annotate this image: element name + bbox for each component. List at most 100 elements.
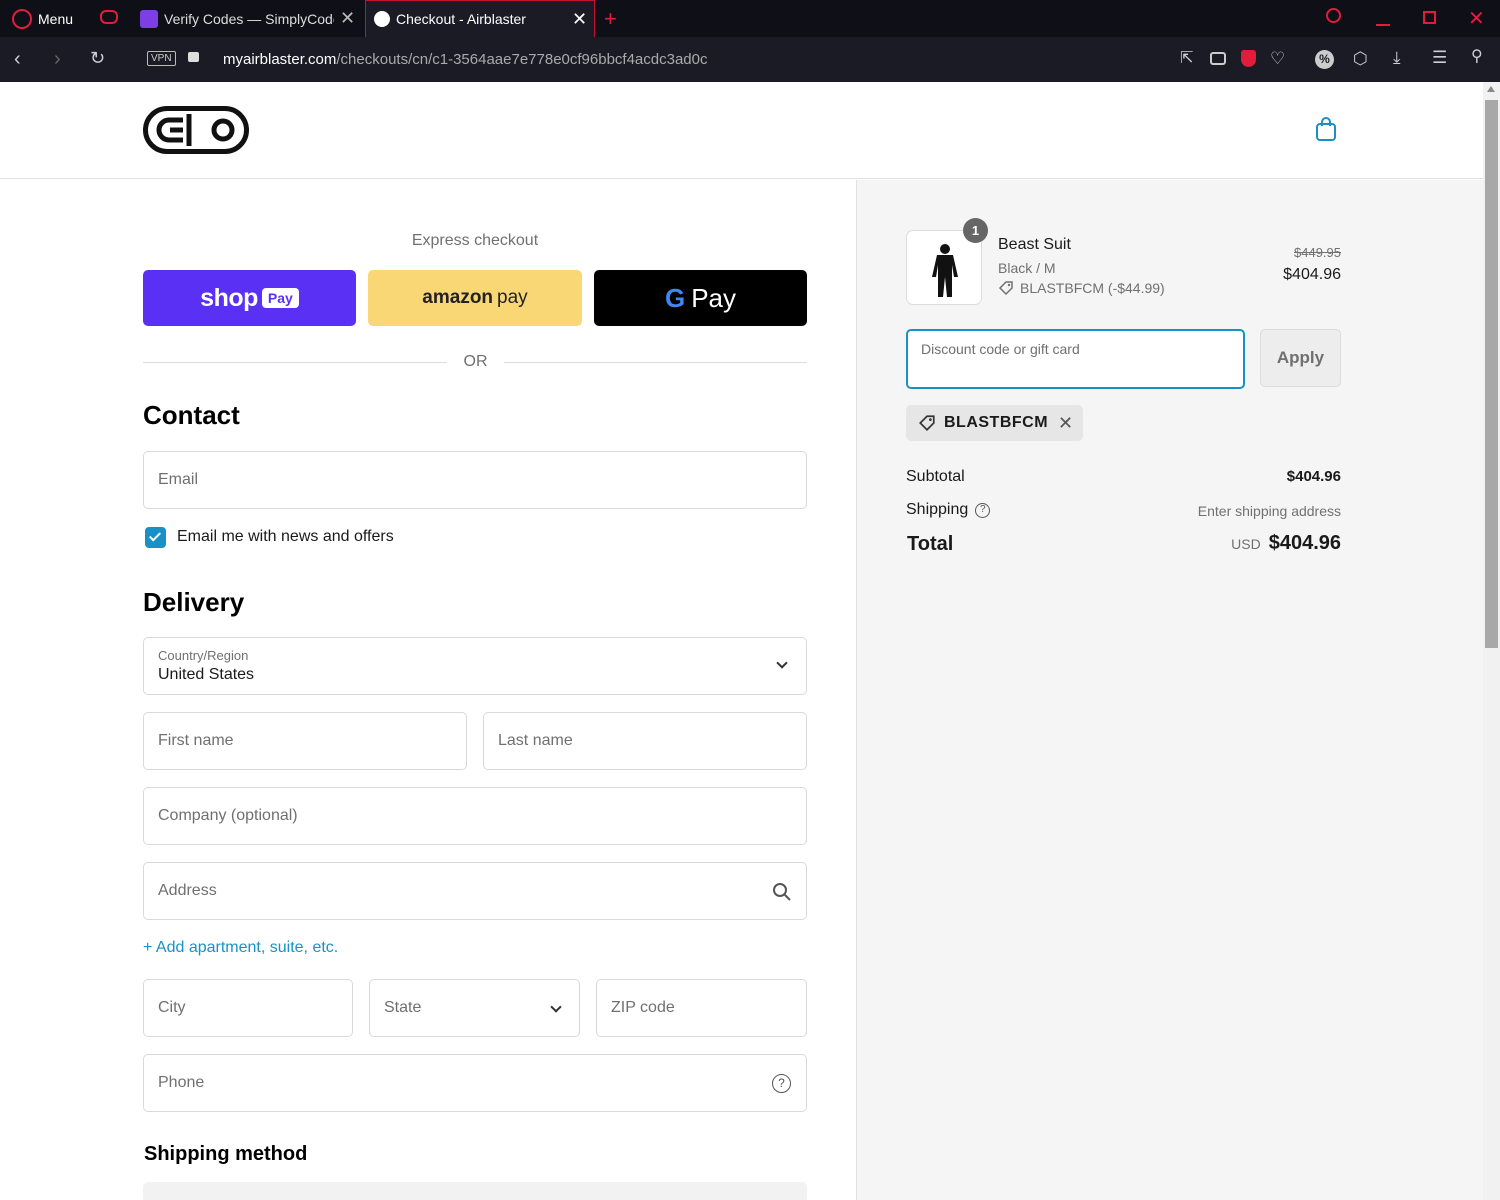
zip-field[interactable]: ZIP code [596, 979, 807, 1037]
product-variant: Black / M [998, 260, 1056, 276]
tab-checkout-airblaster[interactable]: Checkout - Airblaster ✕ [365, 0, 595, 37]
scrollbar-thumb[interactable] [1485, 100, 1498, 648]
subtotal-value: $404.96 [1286, 468, 1341, 485]
browser-address-bar: ‹ › ↻ VPN myairblaster.com/checkouts/cn/… [0, 37, 1500, 82]
tab-simplycodes[interactable]: Verify Codes — SimplyCodes ✕ [134, 0, 362, 37]
browser-menu-button[interactable]: Menu [38, 11, 73, 27]
close-tab-icon[interactable]: ✕ [340, 8, 355, 29]
first-name-placeholder: First name [158, 732, 234, 749]
suit-image-icon [932, 244, 958, 297]
checkout-page: Express checkout shop Pay amazon pay G P… [0, 82, 1483, 1200]
close-tab-icon[interactable]: ✕ [572, 9, 587, 30]
contact-heading: Contact [143, 400, 240, 430]
last-name-field[interactable]: Last name [483, 712, 807, 770]
restore-icon[interactable] [1423, 11, 1436, 24]
amazon-pay-button[interactable]: amazon pay [368, 270, 582, 326]
lock-icon[interactable] [188, 52, 199, 62]
shop-pay-button[interactable]: shop Pay [143, 270, 356, 326]
discount-code-placeholder: Discount code or gift card [921, 341, 1080, 357]
newsletter-checkbox[interactable] [145, 527, 166, 548]
google-g-icon: G [664, 282, 686, 313]
airblaster-logo-icon[interactable] [143, 106, 249, 154]
url-path: /checkouts/cn/c1-3564aae7e778e0cf96bbcf4… [336, 51, 708, 68]
phone-placeholder: Phone [158, 1074, 205, 1091]
simplycodes-favicon-icon [140, 9, 158, 28]
tab-title: Verify Codes — SimplyCodes [164, 10, 334, 27]
shopping-bag-icon[interactable] [1315, 116, 1337, 142]
remove-discount-icon[interactable]: ✕ [1058, 413, 1073, 434]
help-icon[interactable]: ? [975, 502, 991, 518]
gamepad-icon[interactable] [100, 10, 118, 24]
scroll-up-arrow-icon[interactable] [1487, 86, 1495, 92]
share-icon[interactable]: ⇱ [1180, 51, 1193, 67]
first-name-field[interactable]: First name [143, 712, 467, 770]
cube-icon[interactable]: ⬡ [1353, 50, 1368, 67]
back-icon[interactable]: ‹ [14, 49, 21, 69]
total-value: $404.96 [1268, 532, 1341, 554]
checkmark-icon [148, 529, 162, 542]
download-icon[interactable]: ⤓ [1393, 49, 1401, 66]
shipping-value: Enter shipping address [1197, 503, 1341, 519]
store-header [0, 82, 1483, 179]
country-value: United States [158, 666, 255, 683]
tag-icon [998, 281, 1013, 296]
plus-icon: + [143, 939, 156, 956]
product-discount: BLASTBFCM (-$44.99) [998, 280, 1165, 296]
add-apartment-label: Add apartment, suite, etc. [155, 939, 339, 956]
chevron-down-icon [776, 657, 788, 669]
page-scrollbar[interactable] [1483, 82, 1500, 1200]
url-field[interactable]: myairblaster.com/checkouts/cn/c1-3564aae… [223, 51, 708, 68]
google-pay-button[interactable]: G Pay [594, 270, 807, 326]
profile-icon[interactable]: ⚲ [1471, 49, 1483, 65]
product-name: Beast Suit [998, 236, 1071, 253]
email-field[interactable]: Email [143, 451, 807, 509]
shop-pay-badge: Pay [261, 288, 299, 308]
close-window-icon[interactable]: ✕ [1468, 6, 1485, 31]
city-field[interactable]: City [143, 979, 353, 1037]
globe-favicon-icon [374, 11, 390, 27]
coupon-extension-icon[interactable]: % [1315, 50, 1334, 69]
state-select[interactable]: State [369, 979, 580, 1037]
country-select[interactable]: Country/Region United States [143, 637, 807, 695]
easy-setup-icon[interactable]: ☰ [1432, 49, 1447, 66]
vpn-badge[interactable]: VPN [147, 51, 176, 66]
applied-discount-chip: BLASTBFCM ✕ [906, 405, 1083, 441]
amazon-pay-suffix: pay [497, 287, 528, 308]
address-field[interactable]: Address [143, 862, 807, 920]
opera-logo-icon[interactable] [12, 9, 32, 29]
total-label: Total [907, 533, 954, 555]
city-placeholder: City [158, 999, 186, 1016]
minimize-icon[interactable] [1376, 24, 1390, 26]
heart-icon[interactable]: ♡ [1270, 50, 1285, 67]
camera-icon[interactable] [1210, 52, 1226, 65]
last-name-placeholder: Last name [498, 732, 573, 749]
discount-code-input[interactable]: Discount code or gift card [906, 329, 1245, 389]
company-field[interactable]: Company (optional) [143, 787, 807, 845]
quantity-badge: 1 [963, 218, 988, 243]
or-divider-label: OR [463, 353, 488, 370]
forward-icon[interactable]: › [54, 49, 61, 69]
order-summary: 1 Beast Suit Black / M BLASTBFCM (-$44.9… [856, 180, 1483, 1200]
chevron-down-icon [550, 1001, 562, 1013]
google-pay-wordmark: Pay [691, 282, 737, 313]
add-apartment-link[interactable]: + Add apartment, suite, etc. [143, 939, 338, 957]
state-placeholder: State [384, 999, 422, 1016]
tag-icon [919, 415, 935, 431]
shipping-label: Shipping [906, 501, 969, 518]
phone-field[interactable]: Phone ? [143, 1054, 807, 1112]
new-tab-icon[interactable]: + [604, 6, 617, 32]
browser-tab-bar: Menu Verify Codes — SimplyCodes ✕ Checko… [0, 0, 1500, 37]
email-placeholder: Email [158, 471, 199, 488]
adblock-shield-icon[interactable] [1241, 50, 1256, 67]
shipping-method-heading: Shipping method [144, 1143, 308, 1165]
original-price: $449.95 [1294, 245, 1341, 260]
reload-icon[interactable]: ↻ [90, 49, 105, 67]
search-icon[interactable] [772, 882, 792, 902]
zip-placeholder: ZIP code [611, 999, 675, 1016]
help-icon[interactable]: ? [772, 1074, 791, 1093]
search-tabs-icon[interactable] [1326, 8, 1341, 23]
divider-line-left [143, 362, 447, 363]
apply-button[interactable]: Apply [1260, 329, 1341, 387]
country-label: Country/Region [158, 648, 249, 663]
divider-line-right [504, 362, 807, 363]
